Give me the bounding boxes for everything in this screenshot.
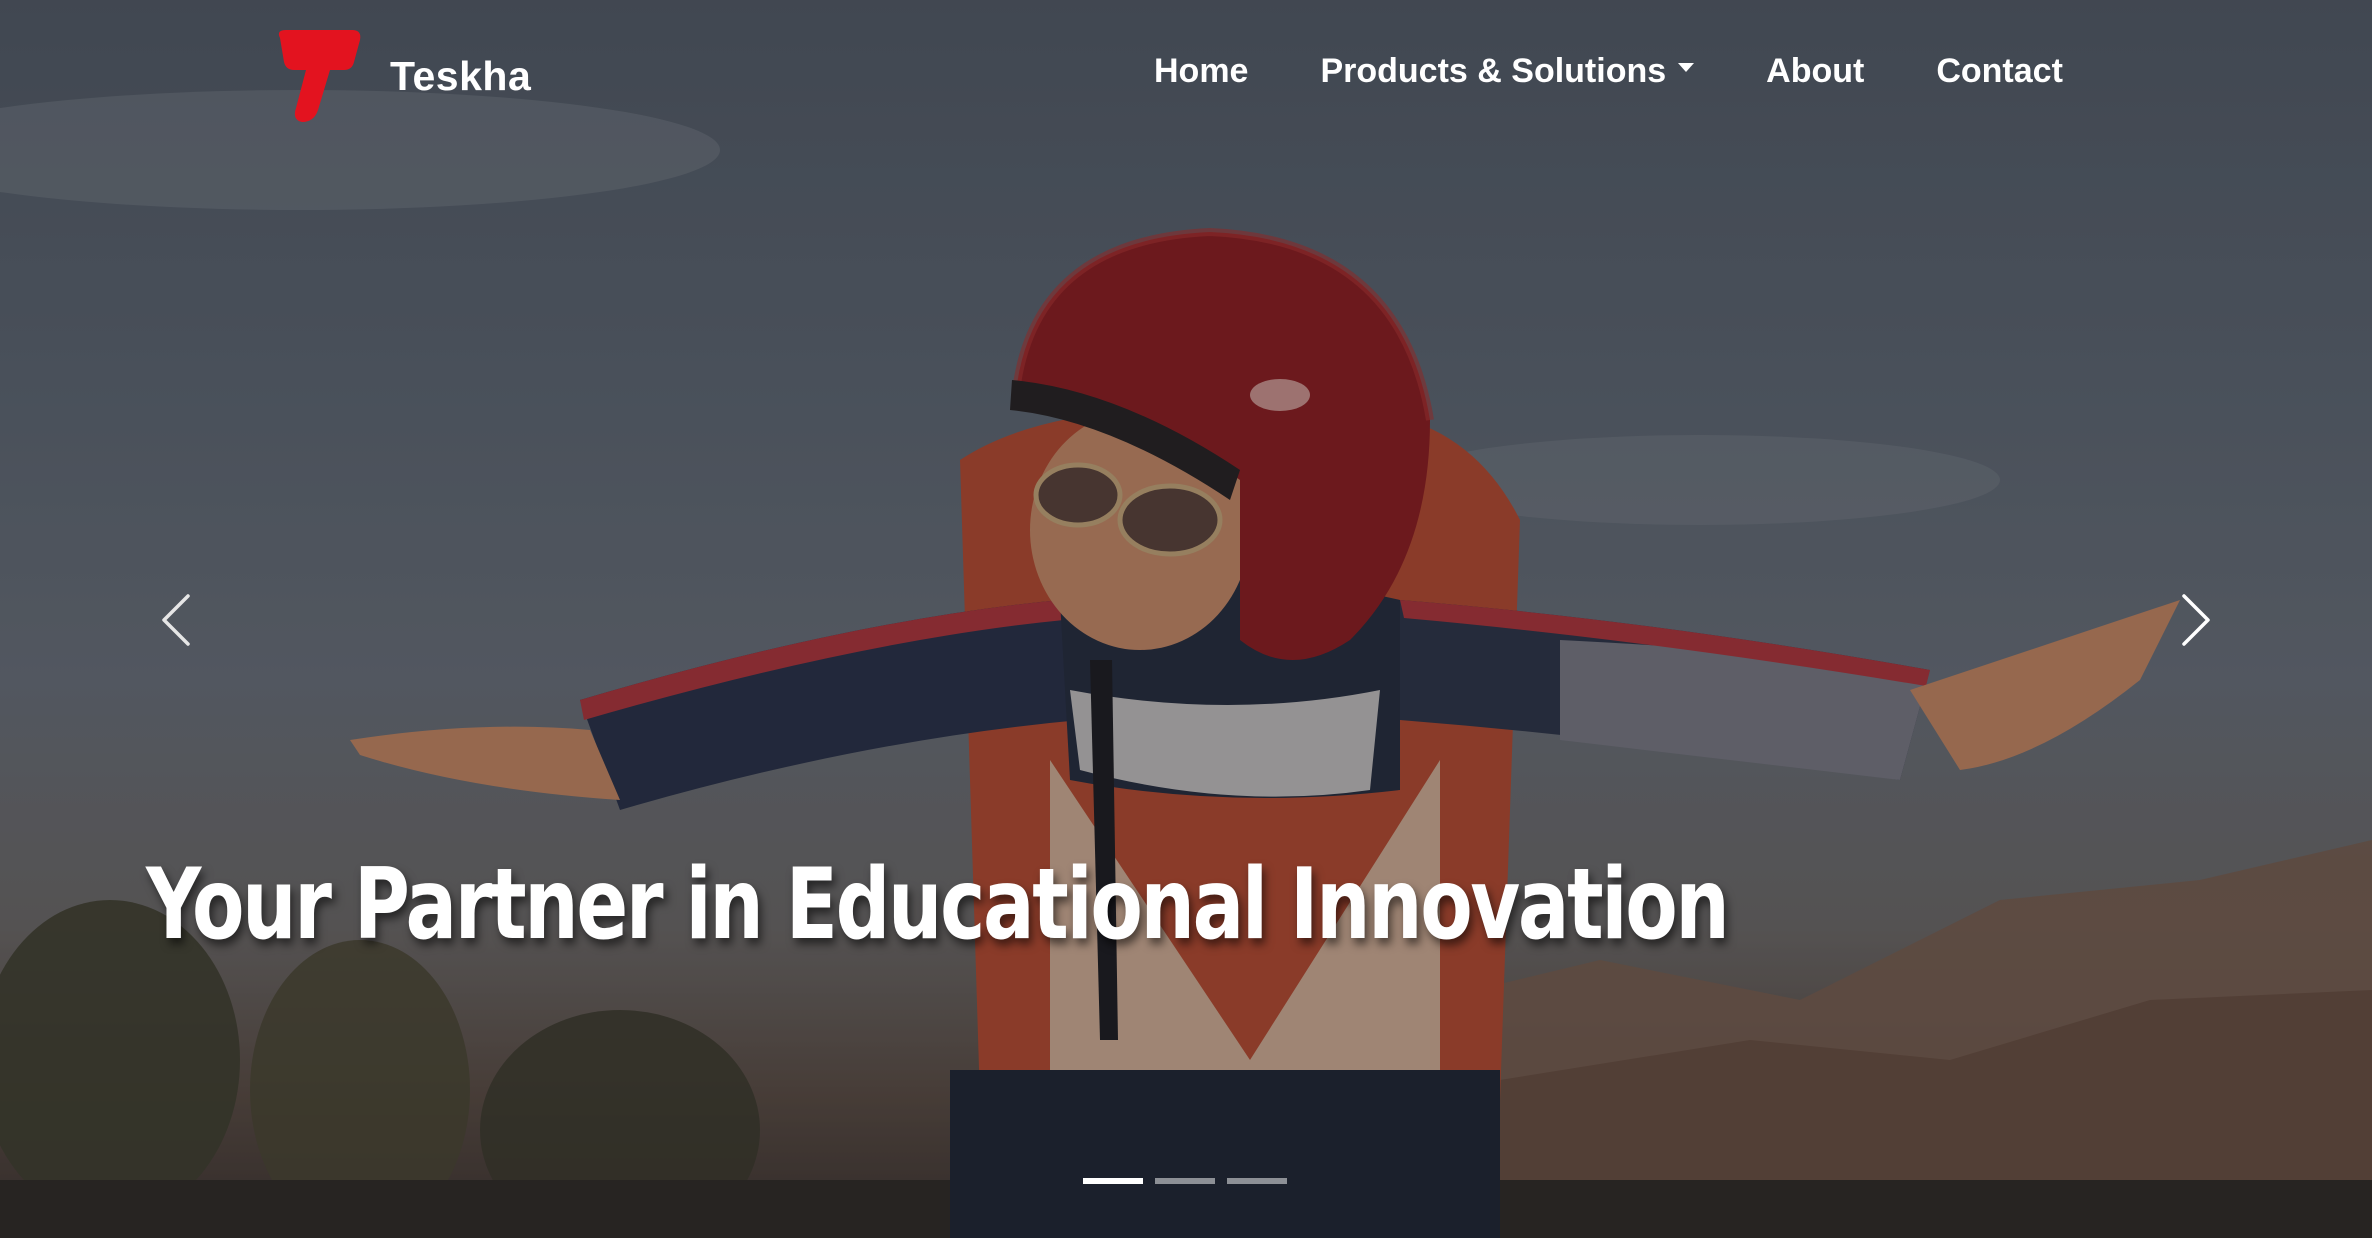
hero-dim-overlay	[0, 0, 2372, 1238]
caret-down-icon	[1678, 62, 1695, 72]
brand-logo-icon	[278, 30, 361, 122]
nav-contact[interactable]: Contact	[1936, 52, 2063, 91]
nav-about-label: About	[1766, 52, 1865, 90]
carousel-indicator-3[interactable]	[1227, 1178, 1287, 1184]
navbar: Teskha Home Products & Solutions About C…	[0, 0, 2372, 150]
carousel-next-button[interactable]	[2164, 590, 2224, 650]
chevron-left-icon	[162, 594, 190, 646]
carousel-caption: Your Partner in Educational Innovation	[146, 848, 1730, 962]
carousel-indicator-2[interactable]	[1155, 1178, 1215, 1184]
brand-name: Teskha	[390, 52, 532, 99]
carousel-prev-button[interactable]	[148, 590, 208, 650]
carousel-indicators	[1083, 1178, 1299, 1184]
carousel-indicator-1[interactable]	[1083, 1178, 1143, 1184]
brand[interactable]: Teskha	[272, 28, 531, 124]
nav-home[interactable]: Home	[1154, 52, 1248, 91]
nav-contact-label: Contact	[1936, 52, 2063, 90]
chevron-right-icon	[2182, 594, 2210, 646]
nav-about[interactable]: About	[1766, 52, 1864, 91]
nav-links: Home Products & Solutions About Contact	[1154, 52, 2063, 91]
hero-carousel: Teskha Home Products & Solutions About C…	[0, 0, 2372, 1238]
nav-products-solutions-label: Products & Solutions	[1320, 52, 1667, 90]
nav-products-solutions-dropdown[interactable]: Products & Solutions	[1320, 52, 1695, 91]
nav-home-label: Home	[1154, 52, 1249, 90]
